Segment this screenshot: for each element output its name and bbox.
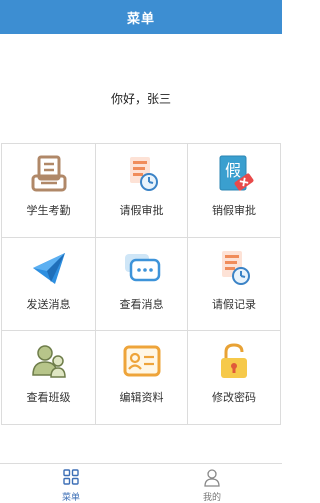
paper-plane-icon: [32, 253, 65, 284]
greeting-text: 你好，张三: [110, 92, 171, 106]
svg-text:假: 假: [225, 161, 241, 180]
menu-item-send-message[interactable]: 发送消息: [2, 238, 96, 331]
menu-item-leave-records[interactable]: 请假记录: [188, 238, 281, 331]
tab-menu[interactable]: 菜单: [41, 464, 101, 503]
document-clock-icon: [129, 157, 158, 191]
header-bar: 菜单: [0, 0, 282, 34]
menu-item-view-messages[interactable]: 查看消息: [96, 238, 188, 331]
printer-attendance-icon: [31, 155, 66, 192]
menu-item-change-password[interactable]: 修改密码: [188, 331, 281, 425]
user-icon: [204, 469, 220, 487]
bottom-tab-bar: 菜单 我的: [0, 463, 282, 503]
page-title: 菜单: [126, 11, 155, 27]
menu-grid: 学生考勤 请假审批 假 销假审批 发送消息 查看消息 请假记录 查看班级 编辑资…: [1, 143, 281, 425]
menu-item-label: 编辑资料: [119, 391, 164, 404]
grid-icon: [63, 469, 79, 485]
tab-mine-label: 我的: [202, 493, 221, 503]
menu-item-label: 请假审批: [119, 204, 164, 217]
menu-item-student-attendance[interactable]: 学生考勤: [2, 144, 96, 238]
id-card-icon: [123, 345, 160, 377]
menu-item-leave-cancel-approval[interactable]: 假 销假审批: [188, 144, 281, 238]
menu-item-leave-approval[interactable]: 请假审批: [96, 144, 188, 238]
menu-item-label: 请假记录: [212, 298, 256, 311]
users-icon: [31, 345, 66, 378]
menu-item-label: 销假审批: [212, 204, 256, 217]
menu-item-label: 修改密码: [212, 391, 256, 404]
menu-item-edit-profile[interactable]: 编辑资料: [96, 331, 188, 425]
menu-item-view-class[interactable]: 查看班级: [2, 331, 96, 425]
chat-bubble-icon: [124, 254, 160, 282]
padlock-icon: [221, 343, 247, 378]
tab-menu-label: 菜单: [61, 493, 80, 503]
menu-item-label: 发送消息: [26, 298, 71, 311]
leave-cancel-icon: 假: [219, 155, 254, 191]
menu-item-label: 查看消息: [119, 298, 164, 311]
document-clock-icon: [222, 251, 250, 285]
tab-mine[interactable]: 我的: [182, 464, 242, 503]
menu-item-label: 学生考勤: [26, 204, 71, 217]
menu-item-label: 查看班级: [26, 391, 71, 404]
